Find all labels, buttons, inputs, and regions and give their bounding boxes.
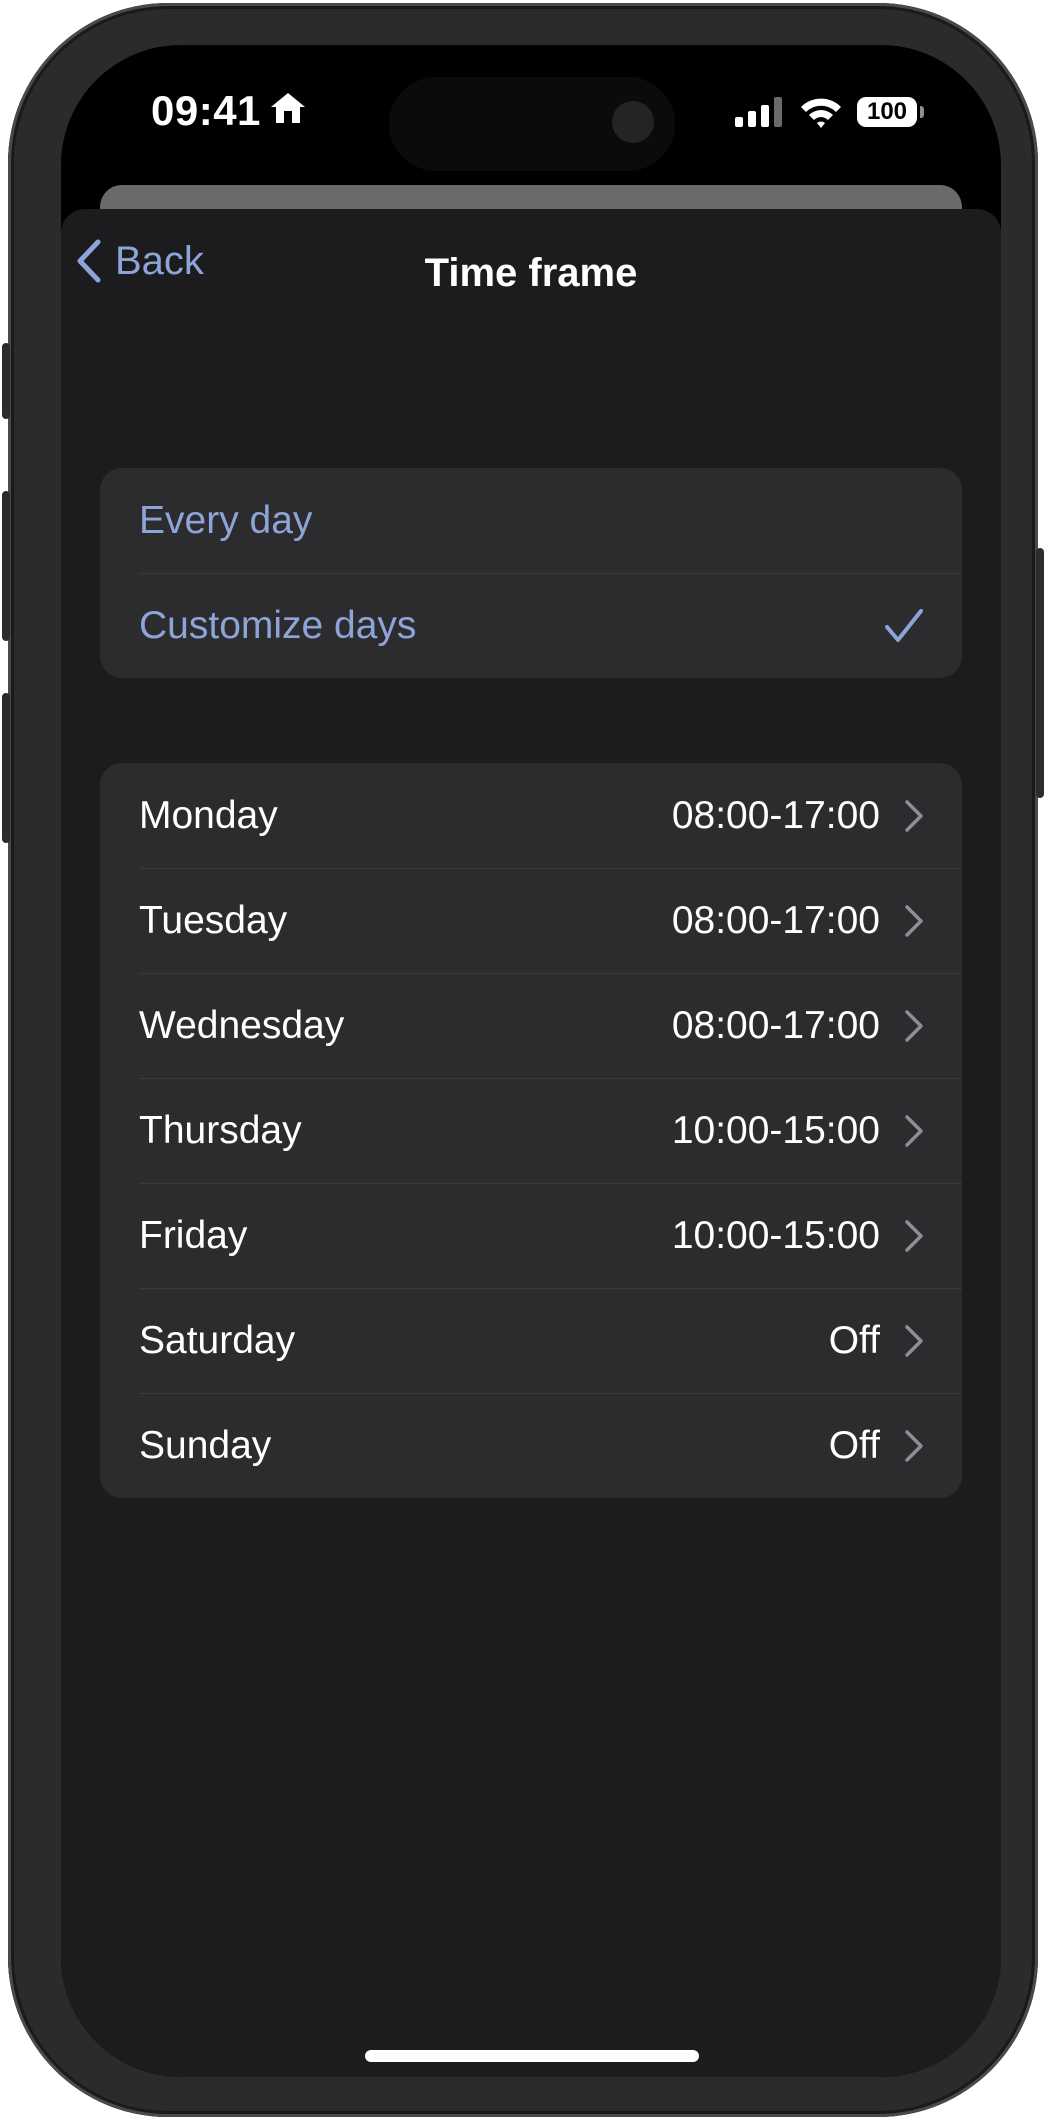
day-hours: 08:00-17:00 bbox=[671, 1003, 880, 1047]
volume-down-button bbox=[2, 693, 10, 843]
day-name: Monday bbox=[139, 793, 278, 837]
day-hours: 10:00-15:00 bbox=[671, 1108, 880, 1152]
battery-tip bbox=[920, 106, 924, 118]
home-icon bbox=[271, 93, 305, 123]
cellular-signal-icon bbox=[735, 97, 782, 127]
option-label: Every day bbox=[139, 498, 313, 542]
status-time: 09:41 bbox=[151, 87, 261, 134]
chevron-right-icon bbox=[905, 1219, 923, 1252]
wifi-icon bbox=[801, 98, 841, 128]
days-list: Monday 08:00-17:00 Tuesday 08:00-17:00 W… bbox=[100, 763, 962, 1498]
option-every-day[interactable]: Every day bbox=[100, 468, 962, 573]
day-row-wednesday[interactable]: Wednesday 08:00-17:00 bbox=[100, 973, 962, 1078]
option-customize-days[interactable]: Customize days bbox=[100, 573, 962, 678]
day-name: Sunday bbox=[139, 1423, 272, 1467]
phone-frame: 09:41 100 Back Time frame Every day Cust… bbox=[2, 3, 1044, 2117]
chevron-right-icon bbox=[905, 1324, 923, 1357]
screen: 09:41 100 Back Time frame Every day Cust… bbox=[61, 45, 1001, 2077]
checkmark-icon bbox=[885, 608, 923, 642]
volume-up-button bbox=[2, 491, 10, 641]
day-row-thursday[interactable]: Thursday 10:00-15:00 bbox=[100, 1078, 962, 1183]
chevron-right-icon bbox=[905, 1009, 923, 1042]
frequency-options-group: Every day Customize days bbox=[100, 468, 962, 678]
day-row-friday[interactable]: Friday 10:00-15:00 bbox=[100, 1183, 962, 1288]
day-row-monday[interactable]: Monday 08:00-17:00 bbox=[100, 763, 962, 868]
home-indicator[interactable] bbox=[365, 2050, 699, 2062]
battery-indicator: 100 bbox=[857, 97, 917, 127]
chevron-right-icon bbox=[905, 1114, 923, 1147]
chevron-right-icon bbox=[905, 904, 923, 937]
action-button bbox=[2, 343, 10, 419]
power-button bbox=[1036, 548, 1044, 798]
chevron-right-icon bbox=[905, 799, 923, 832]
status-bar: 09:41 100 bbox=[61, 45, 1001, 195]
option-label: Customize days bbox=[139, 603, 417, 647]
day-row-saturday[interactable]: Saturday Off bbox=[100, 1288, 962, 1393]
day-hours: 08:00-17:00 bbox=[671, 793, 880, 837]
day-name: Friday bbox=[139, 1213, 248, 1257]
day-hours: Off bbox=[828, 1423, 880, 1467]
day-name: Wednesday bbox=[139, 1003, 345, 1047]
day-row-sunday[interactable]: Sunday Off bbox=[100, 1393, 962, 1498]
day-name: Thursday bbox=[139, 1108, 302, 1152]
day-hours: Off bbox=[828, 1318, 880, 1362]
day-hours: 08:00-17:00 bbox=[671, 898, 880, 942]
day-name: Tuesday bbox=[139, 898, 288, 942]
day-name: Saturday bbox=[139, 1318, 296, 1362]
day-row-tuesday[interactable]: Tuesday 08:00-17:00 bbox=[100, 868, 962, 973]
navigation-bar: Back Time frame bbox=[61, 209, 1001, 329]
chevron-right-icon bbox=[905, 1429, 923, 1462]
time-frame-sheet: Back Time frame Every day Customize days… bbox=[61, 209, 1001, 2077]
day-hours: 10:00-15:00 bbox=[671, 1213, 880, 1257]
front-camera bbox=[612, 101, 654, 143]
page-title: Time frame bbox=[424, 251, 638, 295]
